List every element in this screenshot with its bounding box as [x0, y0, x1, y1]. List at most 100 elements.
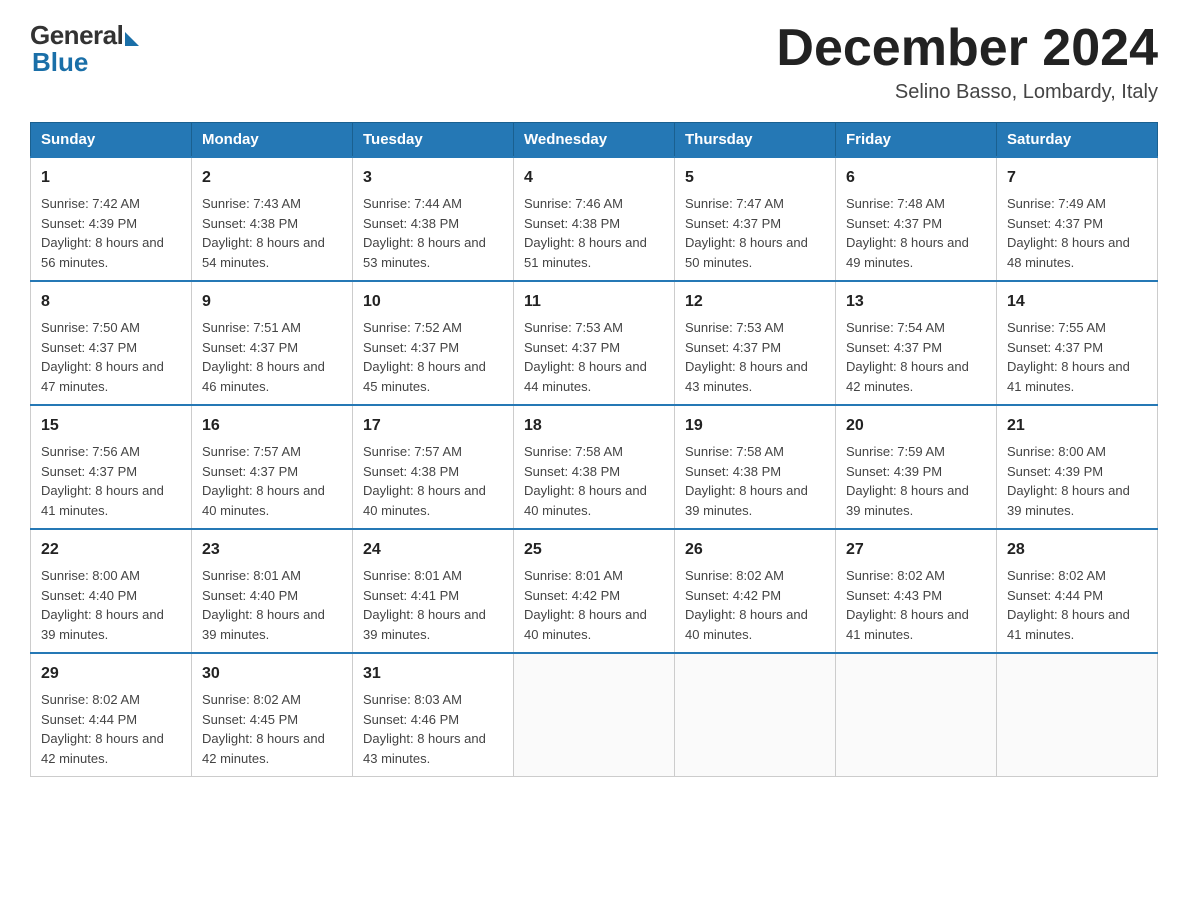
day-info: Sunrise: 8:01 AMSunset: 4:41 PMDaylight:… [363, 568, 486, 642]
logo: General Blue [30, 20, 139, 78]
calendar-cell: 11 Sunrise: 7:53 AMSunset: 4:37 PMDayligh… [514, 281, 675, 405]
calendar-cell: 23Sunrise: 8:01 AMSunset: 4:40 PMDayligh… [192, 529, 353, 653]
calendar-cell: 4 Sunrise: 7:46 AMSunset: 4:38 PMDaylight… [514, 157, 675, 281]
day-number: 13 [846, 290, 986, 314]
calendar-cell: 19 Sunrise: 7:58 AMSunset: 4:38 PMDayligh… [675, 405, 836, 529]
calendar-cell: 20 Sunrise: 7:59 AMSunset: 4:39 PMDayligh… [836, 405, 997, 529]
day-info: Sunrise: 8:02 AMSunset: 4:43 PMDaylight:… [846, 568, 969, 642]
day-info: Sunrise: 7:51 AMSunset: 4:37 PMDaylight:… [202, 320, 325, 394]
day-number: 6 [846, 166, 986, 190]
day-info: Sunrise: 7:50 AMSunset: 4:37 PMDaylight:… [41, 320, 164, 394]
calendar-cell [997, 653, 1158, 777]
calendar-table: SundayMondayTuesdayWednesdayThursdayFrid… [30, 122, 1158, 777]
calendar-cell: 18Sunrise: 7:58 AMSunset: 4:38 PMDayligh… [514, 405, 675, 529]
day-number: 3 [363, 166, 503, 190]
calendar-header-thursday: Thursday [675, 123, 836, 158]
day-number: 10 [363, 290, 503, 314]
calendar-header-tuesday: Tuesday [353, 123, 514, 158]
day-info: Sunrise: 7:48 AMSunset: 4:37 PMDaylight:… [846, 196, 969, 270]
calendar-cell: 6 Sunrise: 7:48 AMSunset: 4:37 PMDaylight… [836, 157, 997, 281]
day-info: Sunrise: 8:02 AMSunset: 4:44 PMDaylight:… [1007, 568, 1130, 642]
calendar-header-friday: Friday [836, 123, 997, 158]
day-info: Sunrise: 7:42 AMSunset: 4:39 PMDaylight:… [41, 196, 164, 270]
day-number: 17 [363, 414, 503, 438]
day-number: 24 [363, 538, 503, 562]
day-info: Sunrise: 8:01 AMSunset: 4:42 PMDaylight:… [524, 568, 647, 642]
day-number: 12 [685, 290, 825, 314]
calendar-cell: 17 Sunrise: 7:57 AMSunset: 4:38 PMDayligh… [353, 405, 514, 529]
day-number: 31 [363, 662, 503, 686]
logo-arrow-icon [125, 32, 139, 46]
day-info: Sunrise: 7:58 AMSunset: 4:38 PMDaylight:… [685, 444, 808, 518]
calendar-cell: 2Sunrise: 7:43 AMSunset: 4:38 PMDaylight… [192, 157, 353, 281]
day-info: Sunrise: 7:55 AMSunset: 4:37 PMDaylight:… [1007, 320, 1130, 394]
day-info: Sunrise: 7:57 AMSunset: 4:38 PMDaylight:… [363, 444, 486, 518]
day-info: Sunrise: 7:59 AMSunset: 4:39 PMDaylight:… [846, 444, 969, 518]
day-number: 30 [202, 662, 342, 686]
calendar-week-row: 8 Sunrise: 7:50 AMSunset: 4:37 PMDaylight… [31, 281, 1158, 405]
day-info: Sunrise: 7:49 AMSunset: 4:37 PMDaylight:… [1007, 196, 1130, 270]
day-info: Sunrise: 8:02 AMSunset: 4:42 PMDaylight:… [685, 568, 808, 642]
calendar-cell: 14 Sunrise: 7:55 AMSunset: 4:37 PMDayligh… [997, 281, 1158, 405]
day-info: Sunrise: 8:03 AMSunset: 4:46 PMDaylight:… [363, 692, 486, 766]
day-number: 1 [41, 166, 181, 190]
day-info: Sunrise: 7:58 AMSunset: 4:38 PMDaylight:… [524, 444, 647, 518]
logo-blue-text: Blue [32, 47, 88, 78]
day-number: 14 [1007, 290, 1147, 314]
calendar-cell: 16 Sunrise: 7:57 AMSunset: 4:37 PMDayligh… [192, 405, 353, 529]
day-number: 21 [1007, 414, 1147, 438]
title-area: December 2024 Selino Basso, Lombardy, It… [776, 20, 1158, 104]
day-number: 27 [846, 538, 986, 562]
calendar-cell: 24 Sunrise: 8:01 AMSunset: 4:41 PMDayligh… [353, 529, 514, 653]
day-number: 16 [202, 414, 342, 438]
day-info: Sunrise: 7:56 AMSunset: 4:37 PMDaylight:… [41, 444, 164, 518]
calendar-header-sunday: Sunday [31, 123, 192, 158]
day-number: 5 [685, 166, 825, 190]
calendar-cell: 28 Sunrise: 8:02 AMSunset: 4:44 PMDayligh… [997, 529, 1158, 653]
day-number: 25 [524, 538, 664, 562]
calendar-week-row: 1 Sunrise: 7:42 AMSunset: 4:39 PMDaylight… [31, 157, 1158, 281]
day-number: 11 [524, 290, 664, 314]
calendar-cell: 30 Sunrise: 8:02 AMSunset: 4:45 PMDayligh… [192, 653, 353, 777]
day-number: 20 [846, 414, 986, 438]
day-info: Sunrise: 7:57 AMSunset: 4:37 PMDaylight:… [202, 444, 325, 518]
calendar-cell: 10 Sunrise: 7:52 AMSunset: 4:37 PMDayligh… [353, 281, 514, 405]
day-info: Sunrise: 8:02 AMSunset: 4:45 PMDaylight:… [202, 692, 325, 766]
day-info: Sunrise: 7:44 AMSunset: 4:38 PMDaylight:… [363, 196, 486, 270]
day-info: Sunrise: 7:52 AMSunset: 4:37 PMDaylight:… [363, 320, 486, 394]
calendar-cell: 25 Sunrise: 8:01 AMSunset: 4:42 PMDayligh… [514, 529, 675, 653]
day-info: Sunrise: 8:01 AMSunset: 4:40 PMDaylight:… [202, 568, 325, 642]
calendar-cell: 8 Sunrise: 7:50 AMSunset: 4:37 PMDaylight… [31, 281, 192, 405]
day-info: Sunrise: 8:00 AMSunset: 4:40 PMDaylight:… [41, 568, 164, 642]
day-number: 28 [1007, 538, 1147, 562]
day-info: Sunrise: 7:46 AMSunset: 4:38 PMDaylight:… [524, 196, 647, 270]
location-text: Selino Basso, Lombardy, Italy [776, 81, 1158, 104]
day-info: Sunrise: 8:00 AMSunset: 4:39 PMDaylight:… [1007, 444, 1130, 518]
calendar-header-row: SundayMondayTuesdayWednesdayThursdayFrid… [31, 123, 1158, 158]
calendar-cell: 26Sunrise: 8:02 AMSunset: 4:42 PMDayligh… [675, 529, 836, 653]
day-number: 4 [524, 166, 664, 190]
calendar-cell: 21 Sunrise: 8:00 AMSunset: 4:39 PMDayligh… [997, 405, 1158, 529]
calendar-cell: 7 Sunrise: 7:49 AMSunset: 4:37 PMDaylight… [997, 157, 1158, 281]
calendar-cell: 13Sunrise: 7:54 AMSunset: 4:37 PMDayligh… [836, 281, 997, 405]
day-info: Sunrise: 7:53 AMSunset: 4:37 PMDaylight:… [524, 320, 647, 394]
day-number: 22 [41, 538, 181, 562]
calendar-cell: 29 Sunrise: 8:02 AMSunset: 4:44 PMDayligh… [31, 653, 192, 777]
calendar-cell [675, 653, 836, 777]
calendar-header-saturday: Saturday [997, 123, 1158, 158]
day-number: 8 [41, 290, 181, 314]
day-number: 15 [41, 414, 181, 438]
calendar-cell [514, 653, 675, 777]
day-number: 7 [1007, 166, 1147, 190]
day-info: Sunrise: 7:53 AMSunset: 4:37 PMDaylight:… [685, 320, 808, 394]
day-number: 19 [685, 414, 825, 438]
calendar-cell: 22 Sunrise: 8:00 AMSunset: 4:40 PMDayligh… [31, 529, 192, 653]
day-number: 29 [41, 662, 181, 686]
page-header: General Blue December 2024 Selino Basso,… [30, 20, 1158, 104]
calendar-cell: 1 Sunrise: 7:42 AMSunset: 4:39 PMDaylight… [31, 157, 192, 281]
calendar-cell: 31 Sunrise: 8:03 AMSunset: 4:46 PMDayligh… [353, 653, 514, 777]
calendar-header-wednesday: Wednesday [514, 123, 675, 158]
day-number: 2 [202, 166, 342, 190]
day-info: Sunrise: 8:02 AMSunset: 4:44 PMDaylight:… [41, 692, 164, 766]
calendar-cell: 12 Sunrise: 7:53 AMSunset: 4:37 PMDayligh… [675, 281, 836, 405]
